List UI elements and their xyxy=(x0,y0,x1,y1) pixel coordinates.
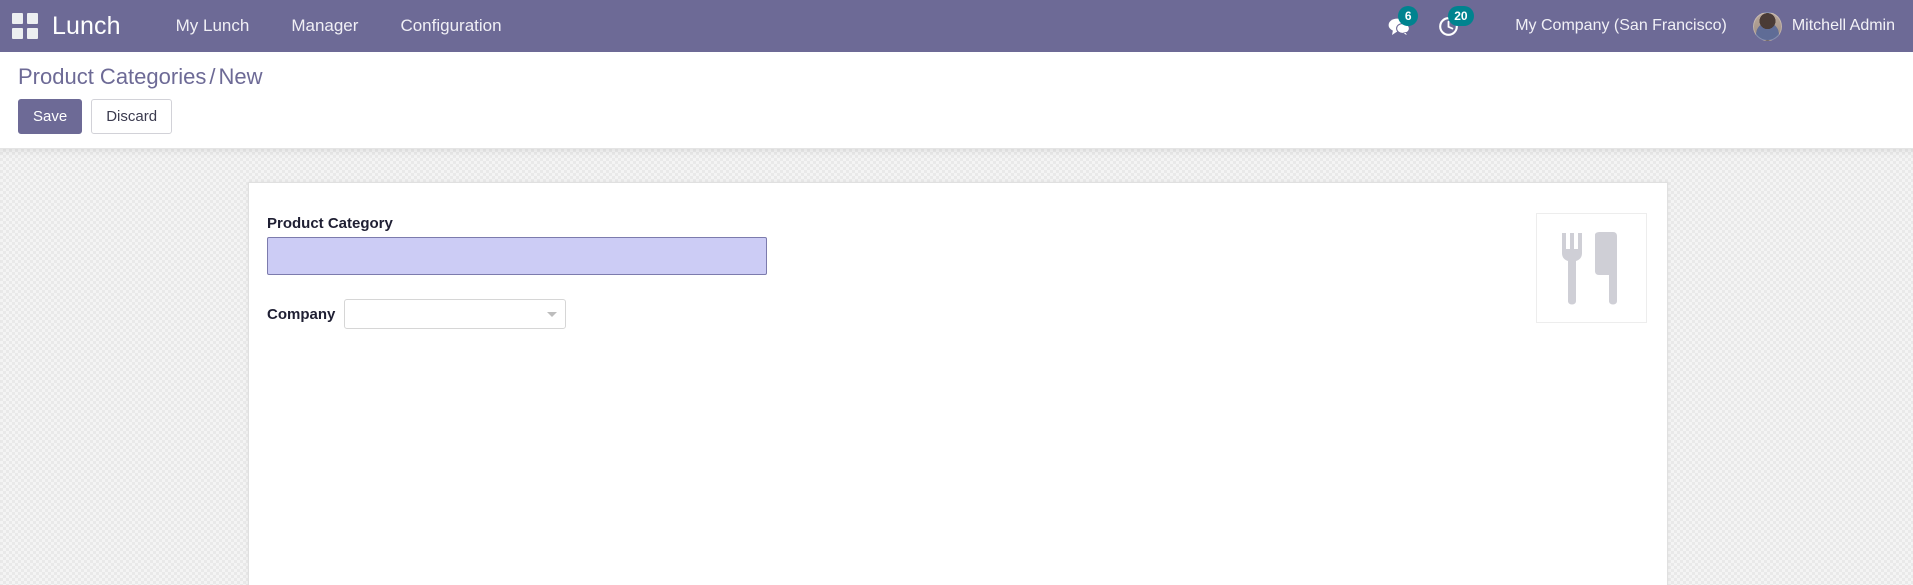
company-field-row: Company xyxy=(267,299,1667,329)
user-name-label: Mitchell Admin xyxy=(1791,17,1895,34)
messages-menu[interactable]: 6 xyxy=(1382,0,1419,52)
breadcrumb: Product Categories / New xyxy=(0,64,1913,99)
user-menu[interactable]: Mitchell Admin xyxy=(1752,11,1895,41)
avatar xyxy=(1752,11,1782,41)
save-button[interactable]: Save xyxy=(18,99,83,134)
apps-grid-icon[interactable] xyxy=(12,13,38,39)
apps-grid-cell xyxy=(12,13,23,24)
company-label: Company xyxy=(267,305,336,323)
fork-and-knife-icon xyxy=(1561,232,1617,305)
action-button-row: Save Discard xyxy=(0,99,1913,134)
product-category-label: Product Category xyxy=(267,215,393,232)
product-category-input[interactable] xyxy=(267,237,767,275)
apps-grid-cell xyxy=(27,13,38,24)
apps-grid-cell xyxy=(27,28,38,39)
company-input[interactable] xyxy=(344,299,567,329)
company-switcher[interactable]: My Company (San Francisco) xyxy=(1515,17,1727,35)
content-background: Product Category Company xyxy=(0,149,1913,585)
breadcrumb-separator: / xyxy=(209,64,216,89)
form-sheet-inner: Product Category Company xyxy=(249,183,1667,585)
menu-manager[interactable]: Manager xyxy=(270,0,379,52)
control-panel: Product Categories / New Save Discard xyxy=(0,52,1913,149)
product-category-image-placeholder[interactable] xyxy=(1536,213,1647,323)
discard-button[interactable]: Discard xyxy=(91,99,173,134)
menu-configuration[interactable]: Configuration xyxy=(379,0,522,52)
company-select-wrap xyxy=(344,299,567,329)
activities-badge-count: 20 xyxy=(1448,6,1474,26)
app-brand-lunch[interactable]: Lunch xyxy=(52,12,121,41)
apps-grid-cell xyxy=(12,28,23,39)
breadcrumb-current: New xyxy=(218,64,263,89)
top-navbar: Lunch My Lunch Manager Configuration 6 2… xyxy=(0,0,1913,52)
menu-my-lunch[interactable]: My Lunch xyxy=(155,0,271,52)
breadcrumb-parent[interactable]: Product Categories xyxy=(18,64,206,89)
form-sheet: Product Category Company xyxy=(248,182,1668,585)
activities-menu[interactable]: 20 xyxy=(1432,0,1474,52)
messages-badge-count: 6 xyxy=(1398,6,1419,26)
